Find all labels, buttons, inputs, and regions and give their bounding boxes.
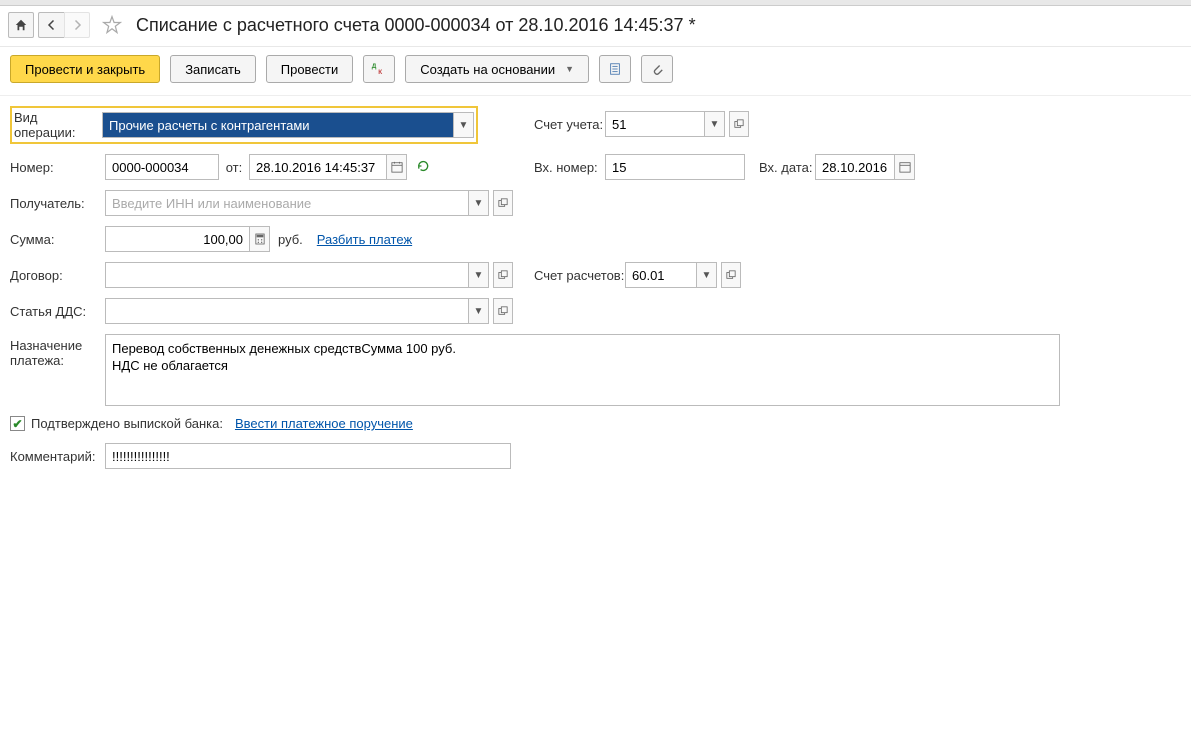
contract-label: Договор: (10, 268, 105, 283)
settlement-account-dropdown[interactable]: ▼ (697, 262, 717, 288)
home-icon (14, 18, 28, 32)
enter-payment-order-link[interactable]: Ввести платежное поручение (235, 416, 413, 431)
page-title: Списание с расчетного счета 0000-000034 … (136, 15, 696, 36)
calculator-icon (255, 233, 265, 245)
comment-input[interactable] (105, 443, 511, 469)
attach-button[interactable] (641, 55, 673, 83)
open-icon (726, 270, 736, 280)
account-input[interactable] (605, 111, 705, 137)
post-button[interactable]: Провести (266, 55, 354, 83)
amount-label: Сумма: (10, 232, 105, 247)
account-dropdown[interactable]: ▼ (705, 111, 725, 137)
refresh-button[interactable] (417, 159, 433, 176)
purpose-label: Назначение платежа: (10, 334, 105, 368)
contract-open[interactable] (493, 262, 513, 288)
date-picker-button[interactable] (387, 154, 407, 180)
calendar-icon (391, 161, 403, 173)
incoming-number-label: Вх. номер: (530, 160, 605, 175)
incoming-number-input[interactable] (605, 154, 745, 180)
currency-label: руб. (278, 232, 303, 247)
dt-kt-button[interactable]: Д К (363, 55, 395, 83)
paperclip-icon (650, 62, 664, 76)
create-based-on-label: Создать на основании (420, 62, 555, 77)
document-icon (608, 62, 622, 76)
confirmed-label: Подтверждено выпиской банка: (31, 416, 223, 431)
contract-dropdown[interactable]: ▼ (469, 262, 489, 288)
open-icon (498, 198, 508, 208)
contract-input[interactable] (105, 262, 469, 288)
back-button[interactable] (38, 12, 64, 38)
svg-text:Д: Д (372, 63, 377, 70)
purpose-textarea[interactable] (105, 334, 1060, 406)
incoming-date-picker[interactable] (895, 154, 915, 180)
arrow-right-icon (71, 19, 83, 31)
open-icon (498, 306, 508, 316)
open-icon (498, 270, 508, 280)
amount-calculator[interactable] (250, 226, 270, 252)
save-button[interactable]: Записать (170, 55, 256, 83)
dt-kt-icon: Д К (371, 62, 387, 76)
report-button[interactable] (599, 55, 631, 83)
operation-type-label: Вид операции: (14, 110, 102, 140)
recipient-dropdown[interactable]: ▼ (469, 190, 489, 216)
forward-button[interactable] (64, 12, 90, 38)
dds-article-open[interactable] (493, 298, 513, 324)
home-button[interactable] (8, 12, 34, 38)
refresh-icon (417, 159, 433, 173)
incoming-date-label: Вх. дата: (745, 160, 815, 175)
recipient-label: Получатель: (10, 196, 105, 211)
account-open[interactable] (729, 111, 749, 137)
operation-type-input[interactable] (102, 112, 454, 138)
comment-label: Комментарий: (10, 449, 105, 464)
number-input[interactable] (105, 154, 219, 180)
dds-article-label: Статья ДДС: (10, 304, 105, 319)
favorite-button[interactable] (100, 13, 124, 37)
post-and-close-button[interactable]: Провести и закрыть (10, 55, 160, 83)
account-label: Счет учета: (530, 117, 605, 132)
open-icon (734, 119, 744, 129)
star-icon (102, 15, 122, 35)
arrow-left-icon (46, 19, 58, 31)
incoming-date-input[interactable] (815, 154, 895, 180)
dds-article-dropdown[interactable]: ▼ (469, 298, 489, 324)
svg-text:К: К (378, 69, 382, 76)
recipient-open[interactable] (493, 190, 513, 216)
settlement-account-label: Счет расчетов: (530, 268, 625, 283)
operation-type-dropdown[interactable]: ▼ (454, 112, 474, 138)
amount-input[interactable] (105, 226, 250, 252)
confirmed-checkbox[interactable]: ✔ (10, 416, 25, 431)
settlement-account-input[interactable] (625, 262, 697, 288)
calendar-icon (899, 161, 911, 173)
chevron-down-icon: ▼ (565, 64, 574, 74)
recipient-input[interactable] (105, 190, 469, 216)
settlement-account-open[interactable] (721, 262, 741, 288)
split-payment-link[interactable]: Разбить платеж (317, 232, 412, 247)
create-based-on-button[interactable]: Создать на основании ▼ (405, 55, 589, 83)
dds-article-input[interactable] (105, 298, 469, 324)
from-label: от: (219, 160, 249, 175)
date-input[interactable] (249, 154, 387, 180)
number-label: Номер: (10, 160, 105, 175)
